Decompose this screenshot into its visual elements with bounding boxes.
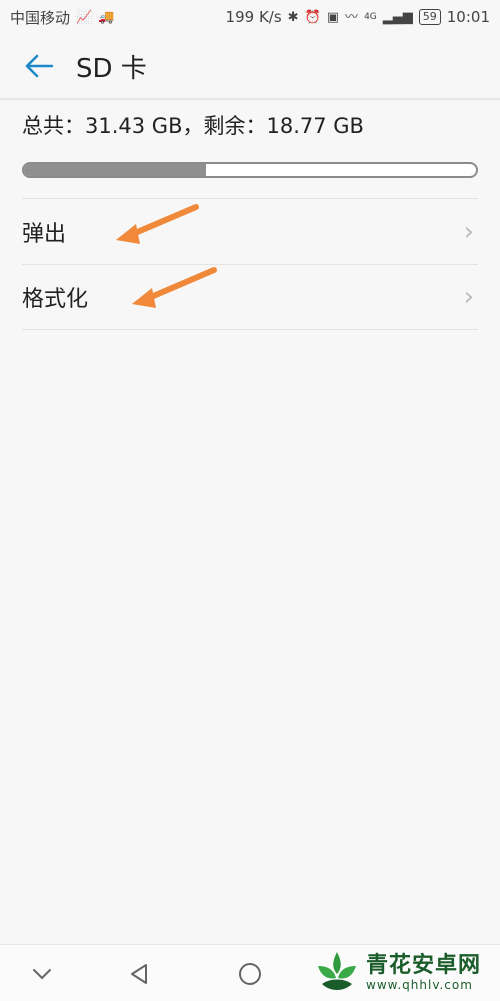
back-nav-button[interactable]	[122, 957, 156, 991]
watermark-text: 青花安卓网 www.qhhlv.com	[366, 953, 482, 993]
collapse-button[interactable]	[25, 957, 59, 991]
divider	[22, 329, 478, 330]
status-left: 中国移动 📈 🚚	[10, 7, 114, 28]
alarm-icon: ⏰	[304, 9, 321, 25]
format-item[interactable]: 格式化 ›	[22, 265, 478, 329]
triangle-back-icon	[131, 964, 147, 984]
storage-usage-bar	[22, 162, 478, 178]
watermark: 青花安卓网 www.qhhlv.com	[312, 946, 492, 1000]
annotation-arrow-icon	[116, 204, 199, 244]
watermark-url: www.qhhlv.com	[366, 978, 473, 992]
bluetooth-icon: ✱	[287, 9, 299, 25]
divider	[22, 198, 478, 199]
eject-label: 弹出	[22, 222, 67, 247]
clock: 10:01	[446, 8, 490, 26]
annotation-arrow-icon	[132, 267, 217, 308]
truck-icon: 🚚	[98, 9, 115, 25]
storage-summary: 总共：31.43 GB，剩余：18.77 GB	[22, 114, 364, 138]
chevron-down-icon	[33, 969, 51, 980]
format-label: 格式化	[22, 287, 89, 312]
watermark-logo-icon	[318, 952, 356, 990]
watermark-name: 青花安卓网	[366, 953, 482, 978]
battery-indicator: 59	[418, 9, 441, 25]
chevron-right-icon: ›	[463, 282, 474, 312]
storage-usage-fill	[24, 164, 207, 176]
app-header: SD 卡	[0, 34, 500, 100]
page-title: SD 卡	[76, 53, 147, 84]
network-type: 4G	[364, 11, 377, 22]
carrier-label: 中国移动	[10, 8, 71, 27]
back-arrow-icon	[25, 54, 54, 78]
chevron-right-icon: ›	[463, 217, 474, 247]
hd-icon: ▣	[326, 9, 340, 25]
activity-icon: 📈	[76, 9, 93, 25]
signal-icon: ▂▄▆	[382, 9, 413, 25]
eject-item[interactable]: 弹出 ›	[22, 200, 478, 264]
status-right: 199 K/s ✱ ⏰ ▣ 〰 4G ▂▄▆ 59 10:01	[226, 8, 490, 26]
wifi-icon: 〰	[345, 9, 359, 25]
network-speed: 199 K/s	[225, 8, 282, 26]
circle-home-icon	[239, 963, 261, 985]
back-button[interactable]	[22, 49, 56, 83]
home-button[interactable]	[233, 957, 267, 991]
status-bar: 中国移动 📈 🚚 199 K/s ✱ ⏰ ▣ 〰 4G ▂▄▆ 59 10:01	[0, 0, 500, 34]
